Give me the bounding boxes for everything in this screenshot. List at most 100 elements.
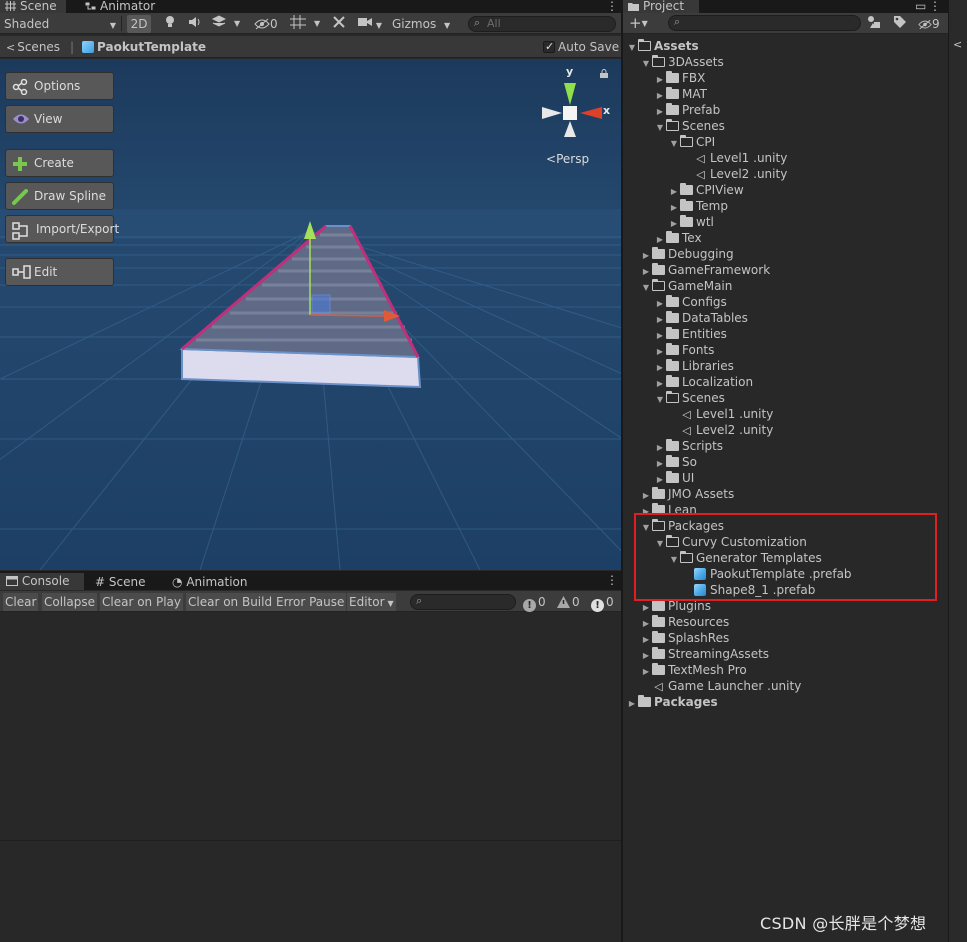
editor-target-dropdown[interactable]: Editor ▼ <box>347 593 396 611</box>
tree-item[interactable]: ▶ TextMesh Pro <box>640 662 747 678</box>
tree-item[interactable]: ▶ StreamingAssets <box>640 646 769 662</box>
project-lock-icon[interactable]: ▭ <box>915 0 926 12</box>
tree-item[interactable]: ▼ 3DAssets <box>640 54 724 70</box>
tab-scene[interactable]: Scene <box>0 0 66 13</box>
tab-animation[interactable]: ◔ Animation <box>172 574 248 590</box>
info-toggle[interactable]: ! 0 <box>523 593 546 612</box>
tab-animator[interactable]: Animator <box>80 0 170 13</box>
breadcrumb-prefab[interactable]: PaokutTemplate <box>82 39 206 55</box>
search-by-label-icon[interactable] <box>893 15 907 33</box>
hidden-packages-toggle[interactable]: 9 <box>918 15 944 33</box>
auto-save-checkbox[interactable] <box>543 39 555 55</box>
tree-item[interactable]: ▼ CPI <box>668 134 715 150</box>
tree-item[interactable]: ◁ Level1 .unity <box>668 406 773 422</box>
console-menu-icon[interactable]: ⋮ <box>606 574 618 586</box>
collapse-button[interactable]: Collapse <box>42 593 97 611</box>
clear-button[interactable]: Clear <box>3 593 39 611</box>
effects-toggle-icon[interactable] <box>211 15 228 33</box>
error-pause-button[interactable]: Error Pause <box>274 593 347 611</box>
options-label: Options <box>34 79 81 93</box>
tree-item[interactable]: ▶ FBX <box>654 70 705 86</box>
breadcrumb-scenes[interactable]: < Scenes <box>6 39 60 56</box>
audio-toggle-icon[interactable] <box>188 15 204 33</box>
tree-item[interactable]: ▶ Tex <box>654 230 702 246</box>
tab-project[interactable]: Project <box>623 0 699 13</box>
tree-item[interactable]: ▶ Prefab <box>654 102 720 118</box>
create-asset-button[interactable]: +▼ <box>629 15 655 33</box>
view-button[interactable]: View <box>5 105 114 133</box>
edit-button[interactable]: Edit <box>5 258 114 286</box>
tree-item[interactable]: ◁ Game Launcher .unity <box>640 678 801 694</box>
effects-dropdown-arrow-icon[interactable]: ▼ <box>234 15 246 33</box>
shading-mode-dropdown[interactable]: Shaded <box>4 15 116 33</box>
tree-item[interactable]: ▶ Scripts <box>654 438 723 454</box>
collapsed-arrow-icon[interactable]: ▶ <box>626 696 638 712</box>
tree-item[interactable]: ▶ Libraries <box>654 358 734 374</box>
tab-scene-2[interactable]: # Scene <box>95 574 145 590</box>
console-search-input[interactable] <box>410 594 516 610</box>
clear-on-build-button[interactable]: Clear on Build <box>186 593 275 611</box>
tree-item[interactable]: ▶ JMO Assets <box>640 486 734 502</box>
tree-item[interactable]: ▶ Debugging <box>640 246 734 262</box>
search-by-type-icon[interactable] <box>867 15 883 33</box>
expanded-arrow-icon[interactable]: ▼ <box>668 136 680 152</box>
clear-on-play-button[interactable]: Clear on Play <box>100 593 183 611</box>
tab-scene-2-label: Scene <box>108 575 146 589</box>
expanded-arrow-icon[interactable]: ▼ <box>626 40 638 56</box>
project-search-input[interactable] <box>668 15 861 31</box>
grid-dropdown-arrow-icon[interactable]: ▼ <box>314 15 326 33</box>
scene-menu-icon[interactable]: ⋮ <box>606 0 618 12</box>
warning-icon <box>557 595 570 613</box>
lighting-toggle-icon[interactable] <box>164 15 178 33</box>
tree-item[interactable]: ▶ Entities <box>654 326 727 342</box>
tree-item[interactable]: ▶ Resources <box>640 614 729 630</box>
tree-item[interactable]: ▶ Temp <box>668 198 728 214</box>
tree-item[interactable]: ◁ Level2 .unity <box>682 166 787 182</box>
2d-mode-toggle[interactable]: 2D <box>127 15 151 33</box>
tree-item[interactable]: ▼ Scenes <box>654 118 725 134</box>
tools-toggle-icon[interactable] <box>332 15 350 33</box>
tree-item[interactable]: ▶ GameFramework <box>640 262 770 278</box>
tree-item[interactable]: ▼ Scenes <box>654 390 725 406</box>
draw-spline-button[interactable]: Draw Spline <box>5 182 114 210</box>
warning-toggle[interactable]: 0 <box>557 593 580 611</box>
collapsed-arrow-icon[interactable]: < <box>953 38 962 51</box>
scene-viewport[interactable]: y x <Persp Options View Create Draw Spli… <box>0 59 621 570</box>
tree-item[interactable]: ▼ Assets <box>626 38 699 54</box>
tree-item[interactable]: ▼ GameMain <box>640 278 732 294</box>
projection-toggle[interactable]: <Persp <box>546 152 589 166</box>
import-export-button[interactable]: Import/Export <box>5 215 119 243</box>
project-menu-icon[interactable]: ⋮ <box>929 0 941 12</box>
expanded-arrow-icon[interactable]: ▼ <box>640 56 652 72</box>
tree-item[interactable]: ▶ MAT <box>654 86 707 102</box>
tree-item[interactable]: ▶ DataTables <box>654 310 748 326</box>
tree-item-label: Game Launcher .unity <box>668 679 802 693</box>
create-button[interactable]: Create <box>5 149 114 177</box>
tree-item[interactable]: ▶ So <box>654 454 697 470</box>
tree-item[interactable]: ◁ Level1 .unity <box>682 150 787 166</box>
expanded-arrow-icon[interactable]: ▼ <box>654 392 666 408</box>
lock-icon[interactable] <box>600 69 608 78</box>
folder-icon <box>652 263 665 275</box>
expanded-arrow-icon[interactable]: ▼ <box>654 120 666 136</box>
auto-save-toggle[interactable]: Auto Save <box>543 39 619 55</box>
tree-item[interactable]: ▶ UI <box>654 470 694 486</box>
scene-visibility-toggle[interactable]: 0 <box>254 15 284 33</box>
error-toggle[interactable]: ! 0 <box>591 593 614 612</box>
gizmos-dropdown[interactable]: Gizmos <box>392 15 454 33</box>
tree-item[interactable]: ▶ CPIView <box>668 182 744 198</box>
scene-search-input[interactable]: All <box>468 16 616 32</box>
tree-item[interactable]: ▶ Localization <box>654 374 753 390</box>
grid-toggle-icon[interactable] <box>290 15 308 33</box>
tree-item[interactable]: ◁ Level2 .unity <box>668 422 773 438</box>
tree-item[interactable]: ▶ Configs <box>654 294 727 310</box>
expanded-arrow-icon[interactable]: ▼ <box>640 280 652 296</box>
folder-icon <box>680 215 693 227</box>
tree-item[interactable]: ▶ wtl <box>668 214 714 230</box>
options-button[interactable]: Options <box>5 72 114 100</box>
tree-item[interactable]: ▶ Fonts <box>654 342 714 358</box>
tree-item[interactable]: ▶ Packages <box>626 694 718 710</box>
tab-console[interactable]: Console <box>0 573 84 590</box>
tree-item[interactable]: ▶ SplashRes <box>640 630 729 646</box>
camera-settings-icon[interactable]: ▼ <box>358 15 384 33</box>
